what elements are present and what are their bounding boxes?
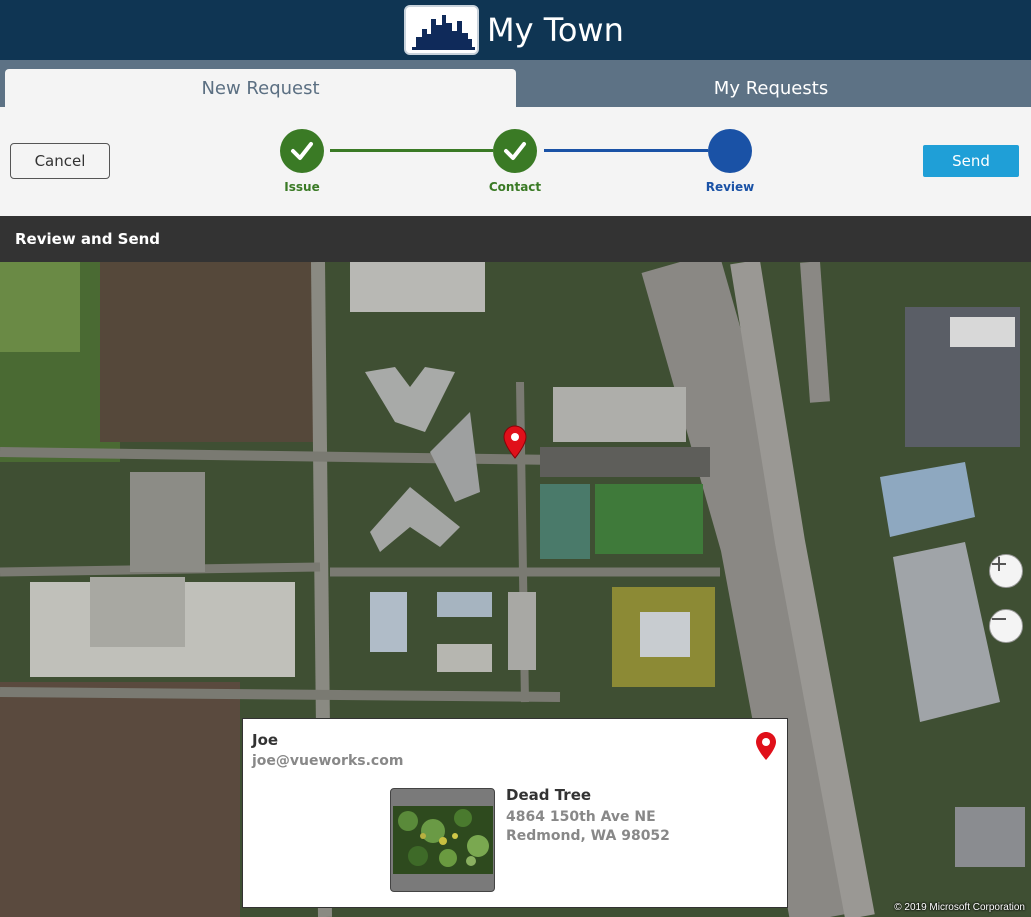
city-skyline-logo	[404, 5, 479, 55]
tab-my-requests[interactable]: My Requests	[516, 69, 1026, 107]
step-connector-complete	[330, 149, 493, 152]
app-title: My Town	[487, 11, 624, 49]
zoom-out-button[interactable]	[989, 609, 1023, 643]
map-pin-icon	[756, 732, 776, 760]
checkmark-icon	[504, 142, 526, 160]
step-contact-indicator	[493, 129, 537, 173]
step-issue-indicator	[280, 129, 324, 173]
tab-new-request[interactable]: New Request	[5, 69, 516, 107]
step-review-indicator	[708, 129, 752, 173]
issue-address-line2: Redmond, WA 98052	[506, 828, 670, 844]
location-pin-icon[interactable]	[503, 425, 527, 459]
contact-email: joe@vueworks.com	[252, 753, 404, 769]
cancel-button[interactable]: Cancel	[10, 143, 110, 179]
issue-address-line1: 4864 150th Ave NE	[506, 809, 656, 825]
section-title: Review and Send	[15, 230, 161, 248]
app-header: My Town	[0, 0, 1031, 60]
tab-bar: New Request My Requests	[0, 60, 1031, 107]
issue-photo-thumbnail[interactable]	[390, 788, 495, 892]
plus-icon	[992, 557, 1006, 571]
contact-name: Joe	[252, 731, 279, 749]
tree-photo	[393, 806, 493, 874]
map-copyright: © 2019 Microsoft Corporation	[894, 902, 1025, 913]
send-button[interactable]: Send	[923, 145, 1019, 177]
issue-type: Dead Tree	[506, 786, 592, 804]
review-summary-card: Joe joe@vueworks.com Dead Tree 4864 150t…	[242, 718, 788, 908]
step-connector-current	[544, 149, 708, 152]
step-label-issue: Issue	[284, 180, 320, 194]
wizard-toolbar: Cancel Issue Contact Review Send	[0, 107, 1031, 216]
minus-icon	[992, 618, 1006, 620]
zoom-in-button[interactable]	[989, 554, 1023, 588]
step-label-contact: Contact	[488, 180, 542, 194]
step-label-review: Review	[705, 180, 755, 194]
checkmark-icon	[291, 142, 313, 160]
section-header: Review and Send	[0, 216, 1031, 262]
